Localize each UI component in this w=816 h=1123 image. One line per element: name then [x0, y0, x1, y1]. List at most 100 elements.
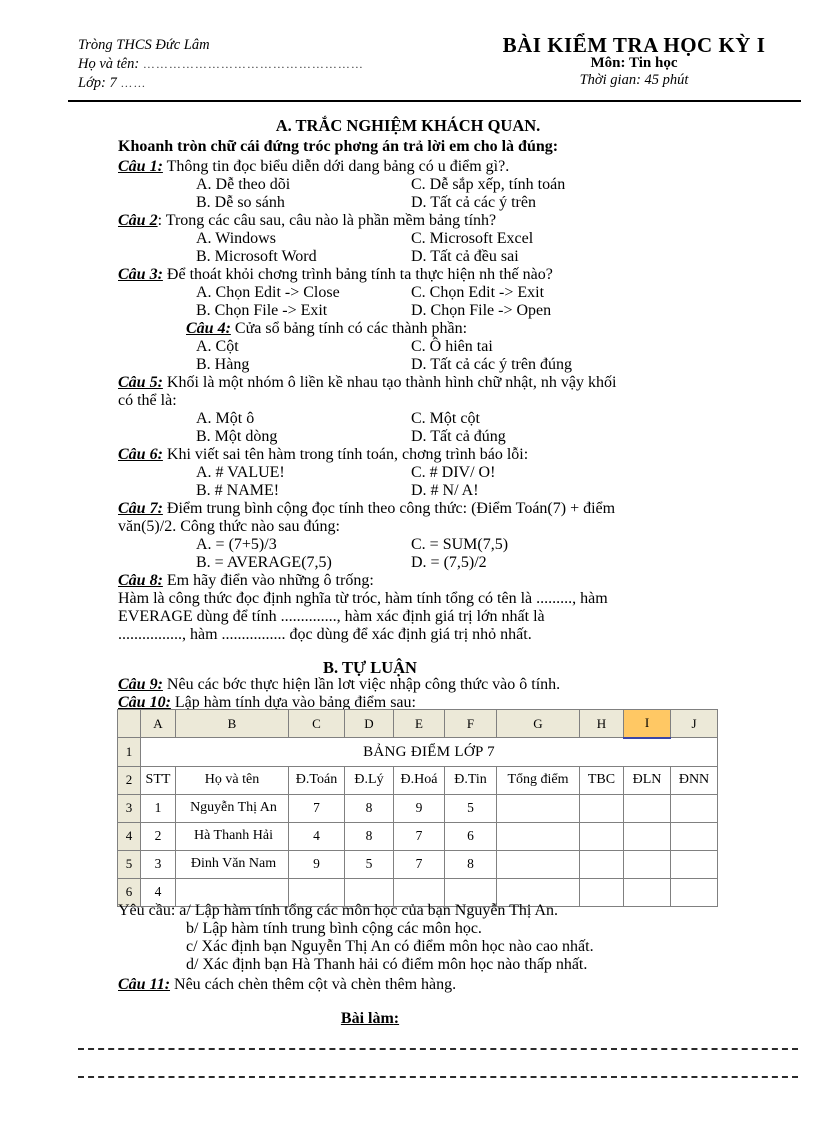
question-3-option-c[interactable]: C. Chọn Edit -> Exit [411, 284, 544, 302]
question-5-option-c[interactable]: C. Một cột [411, 410, 480, 428]
column-header-e[interactable]: E [393, 709, 445, 738]
sheet-header-math[interactable]: Đ.Toán [288, 765, 345, 795]
cell-h6[interactable] [579, 877, 624, 907]
cell-j5[interactable] [670, 849, 718, 879]
column-header-row: A B C D E F G H I J [117, 709, 718, 739]
cell-f4[interactable]: 6 [444, 821, 497, 851]
question-6-option-b[interactable]: B. # NAME! [196, 482, 279, 500]
question-7-option-c[interactable]: C. = SUM(7,5) [411, 536, 508, 554]
cell-d3[interactable]: 8 [344, 793, 394, 823]
cell-i4[interactable] [623, 821, 671, 851]
question-7-option-a[interactable]: A. = (7+5)/3 [196, 536, 277, 554]
cell-a3[interactable]: 1 [140, 793, 176, 823]
question-8-blank-line-2[interactable]: EVERAGE dùng để tính .............., hàm… [118, 608, 545, 626]
row-header-3[interactable]: 3 [117, 793, 141, 823]
sheet-header-informatics[interactable]: Đ.Tin [444, 765, 497, 795]
question-5-option-b[interactable]: B. Một dòng [196, 428, 277, 446]
cell-e4[interactable]: 7 [393, 821, 445, 851]
question-1-option-d[interactable]: D. Tất cả các ý trên [411, 194, 536, 212]
cell-h5[interactable] [579, 849, 624, 879]
cell-d5[interactable]: 5 [344, 849, 394, 879]
cell-i5[interactable] [623, 849, 671, 879]
grade-spreadsheet[interactable]: A B C D E F G H I J 1 BẢNG ĐIỂM LỚP 7 2 … [117, 709, 718, 907]
cell-f5[interactable]: 8 [444, 849, 497, 879]
cell-i6[interactable] [623, 877, 671, 907]
question-2-option-c[interactable]: C. Microsoft Excel [411, 230, 533, 248]
cell-h4[interactable] [579, 821, 624, 851]
sheet-header-min[interactable]: ĐNN [670, 765, 718, 795]
cell-a5[interactable]: 3 [140, 849, 176, 879]
sheet-header-name[interactable]: Họ và tên [175, 765, 289, 795]
question-1-option-a[interactable]: A. Dễ theo dõi [196, 176, 290, 194]
column-header-g[interactable]: G [496, 709, 580, 738]
cell-c3[interactable]: 7 [288, 793, 345, 823]
cell-c4[interactable]: 4 [288, 821, 345, 851]
column-header-f[interactable]: F [444, 709, 497, 738]
question-7-option-b[interactable]: B. = AVERAGE(7,5) [196, 554, 332, 572]
cell-e5[interactable]: 7 [393, 849, 445, 879]
sheet-corner-cell[interactable] [117, 709, 141, 738]
question-4-option-d[interactable]: D. Tất cả các ý trên đúng [411, 356, 572, 374]
column-header-h[interactable]: H [579, 709, 624, 738]
cell-c5[interactable]: 9 [288, 849, 345, 879]
question-4-option-c[interactable]: C. Ô hiên tai [411, 338, 493, 356]
question-6-option-c[interactable]: C. # DIV/ O! [411, 464, 495, 482]
question-3-option-b[interactable]: B. Chọn File -> Exit [196, 302, 327, 320]
cell-b3[interactable]: Nguyễn Thị An [175, 793, 289, 823]
cell-a4[interactable]: 2 [140, 821, 176, 851]
sheet-header-stt[interactable]: STT [140, 765, 176, 795]
cell-b4[interactable]: Hà Thanh Hải [175, 821, 289, 851]
cell-h3[interactable] [579, 793, 624, 823]
question-4: Câu 4: Cửa sổ bảng tính có các thành phầ… [186, 320, 467, 338]
sheet-header-physics[interactable]: Đ.Lý [344, 765, 394, 795]
question-11: Câu 11: Nêu cách chèn thêm cột và chèn t… [118, 976, 456, 994]
question-1-option-c[interactable]: C. Dễ sắp xếp, tính toán [411, 176, 565, 194]
cell-i3[interactable] [623, 793, 671, 823]
question-6-option-d[interactable]: D. # N/ A! [411, 482, 479, 500]
answer-line-2[interactable] [78, 1076, 798, 1078]
question-2: Câu 2: Trong các câu sau, câu nào là phầ… [118, 212, 496, 230]
question-8-blank-line-1[interactable]: Hàm là công thức đọc định nghĩa từ tróc,… [118, 590, 608, 608]
question-5-option-d[interactable]: D. Tất cả đúng [411, 428, 506, 446]
sheet-header-total[interactable]: Tổng điểm [496, 765, 580, 795]
question-4-option-a[interactable]: A. Cột [196, 338, 239, 356]
question-3-option-a[interactable]: A. Chọn Edit -> Close [196, 284, 340, 302]
sheet-header-chemistry[interactable]: Đ.Hoá [393, 765, 445, 795]
column-header-c[interactable]: C [288, 709, 345, 738]
column-header-j[interactable]: J [670, 709, 718, 738]
sheet-header-average[interactable]: TBC [579, 765, 624, 795]
column-header-a[interactable]: A [140, 709, 176, 738]
cell-e3[interactable]: 9 [393, 793, 445, 823]
sheet-header-max[interactable]: ĐLN [623, 765, 671, 795]
question-6-option-a[interactable]: A. # VALUE! [196, 464, 285, 482]
question-8-blank-line-3[interactable]: ................, hàm ................ đ… [118, 626, 532, 644]
question-7-option-d[interactable]: D. = (7,5)/2 [411, 554, 487, 572]
column-header-b[interactable]: B [175, 709, 289, 738]
cell-j6[interactable] [670, 877, 718, 907]
sheet-title-cell[interactable]: BẢNG ĐIỂM LỚP 7 [140, 737, 718, 767]
question-5-option-a[interactable]: A. Một ô [196, 410, 254, 428]
question-1-option-b[interactable]: B. Dễ so sánh [196, 194, 285, 212]
cell-j3[interactable] [670, 793, 718, 823]
question-6: Câu 6: Khi viết sai tên hàm trong tính t… [118, 446, 528, 464]
question-2-option-d[interactable]: D. Tất cả đều sai [411, 248, 519, 266]
cell-g4[interactable] [496, 821, 580, 851]
cell-d4[interactable]: 8 [344, 821, 394, 851]
row-header-4[interactable]: 4 [117, 821, 141, 851]
header-divider [68, 100, 801, 102]
question-2-option-b[interactable]: B. Microsoft Word [196, 248, 317, 266]
question-2-option-a[interactable]: A. Windows [196, 230, 276, 248]
answer-line-1[interactable] [78, 1048, 798, 1050]
row-header-5[interactable]: 5 [117, 849, 141, 879]
cell-b5[interactable]: Đinh Văn Nam [175, 849, 289, 879]
question-3-option-d[interactable]: D. Chọn File -> Open [411, 302, 551, 320]
row-header-1[interactable]: 1 [117, 737, 141, 767]
row-header-2[interactable]: 2 [117, 765, 141, 795]
cell-g5[interactable] [496, 849, 580, 879]
column-header-i-selected[interactable]: I [623, 709, 671, 739]
cell-f3[interactable]: 5 [444, 793, 497, 823]
question-4-option-b[interactable]: B. Hàng [196, 356, 249, 374]
cell-g3[interactable] [496, 793, 580, 823]
column-header-d[interactable]: D [344, 709, 394, 738]
cell-j4[interactable] [670, 821, 718, 851]
